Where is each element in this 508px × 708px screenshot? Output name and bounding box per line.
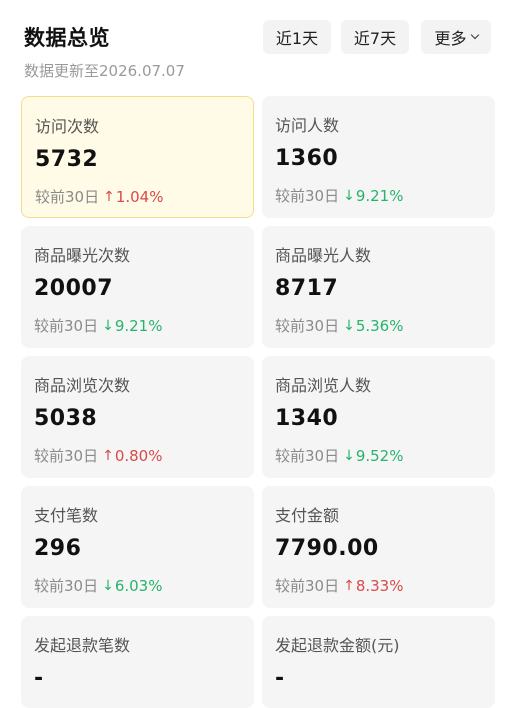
change-value: 9.21% [114,316,163,335]
change-value: 1.04% [115,187,164,206]
change-value: 9.52% [355,446,404,465]
change-value: 5.36% [355,316,404,335]
metric-card[interactable]: 发起退款笔数 - [21,616,254,708]
metric-label: 发起退款笔数 [34,636,131,655]
metric-value: 296 [34,536,82,561]
change-arrow-icon: ↑ [343,577,355,594]
metric-card[interactable]: 访问次数 5732 较前30日 ↑ 1.04% [21,96,254,218]
metric-comparison: 较前30日 ↓ 9.52% [275,445,403,466]
compare-label: 较前30日 [35,188,100,206]
metric-comparison: 较前30日 ↑ 0.80% [34,445,162,466]
filter-1-day-button[interactable]: 近1天 [263,20,331,54]
compare-label: 较前30日 [34,447,99,465]
metric-value: 1360 [275,146,339,171]
metric-label: 商品浏览人数 [275,376,372,395]
metric-comparison: 较前30日 ↓ 9.21% [275,185,403,206]
compare-label: 较前30日 [34,577,99,595]
filter-7-day-button[interactable]: 近7天 [341,20,409,54]
change-arrow-icon: ↓ [102,577,114,594]
metric-value: 20007 [34,276,114,301]
change-arrow-icon: ↑ [102,447,114,464]
change-value: 6.03% [114,576,163,595]
change-arrow-icon: ↑ [103,188,115,205]
change-arrow-icon: ↓ [343,317,355,334]
header: 数据总览 数据更新至2026.07.07 近1天 近7天 更多 [0,0,508,96]
metric-label: 发起退款金额(元) [275,636,400,655]
metric-comparison: 较前30日 ↓ 9.21% [34,315,162,336]
compare-label: 较前30日 [275,447,340,465]
compare-label: 较前30日 [34,317,99,335]
change-percent: ↑ 8.33% [343,577,403,595]
change-value: 8.33% [355,576,404,595]
metric-label: 访问人数 [275,116,340,135]
metric-label: 商品浏览次数 [34,376,131,395]
change-arrow-icon: ↓ [343,187,355,204]
metric-label: 支付笔数 [34,506,99,525]
chevron-down-icon [470,30,479,40]
filter-more-label: 更多 [434,29,467,48]
change-percent: ↓ 9.21% [102,317,162,335]
change-percent: ↓ 9.21% [343,187,403,205]
compare-label: 较前30日 [275,577,340,595]
metric-value: 1340 [275,406,339,431]
metric-value: 8717 [275,276,339,301]
metric-value: 7790.00 [275,536,379,561]
update-time: 数据更新至2026.07.07 [24,62,185,80]
metric-value: - [275,666,285,691]
metric-card[interactable]: 商品浏览次数 5038 较前30日 ↑ 0.80% [21,356,254,478]
metric-card[interactable]: 商品曝光次数 20007 较前30日 ↓ 9.21% [21,226,254,348]
metric-value: - [34,666,44,691]
compare-label: 较前30日 [275,317,340,335]
change-arrow-icon: ↓ [102,317,114,334]
page-title: 数据总览 [24,26,110,50]
change-value: 0.80% [114,446,163,465]
filter-more-button[interactable]: 更多 [421,20,491,54]
metric-card[interactable]: 访问人数 1360 较前30日 ↓ 9.21% [262,96,495,218]
metric-label: 商品曝光次数 [34,246,131,265]
change-arrow-icon: ↓ [343,447,355,464]
metric-label: 商品曝光人数 [275,246,372,265]
change-percent: ↓ 5.36% [343,317,403,335]
change-percent: ↑ 0.80% [102,447,162,465]
filter-1-day-label: 近1天 [275,29,319,48]
metric-card[interactable]: 支付金额 7790.00 较前30日 ↑ 8.33% [262,486,495,608]
metric-comparison: 较前30日 ↓ 6.03% [34,575,162,596]
change-value: 9.21% [355,186,404,205]
metric-comparison: 较前30日 ↑ 8.33% [275,575,403,596]
metric-comparison: 较前30日 ↓ 5.36% [275,315,403,336]
metric-card[interactable]: 发起退款金额(元) - [262,616,495,708]
metric-value: 5732 [35,147,99,172]
metric-card[interactable]: 商品曝光人数 8717 较前30日 ↓ 5.36% [262,226,495,348]
metric-card[interactable]: 支付笔数 296 较前30日 ↓ 6.03% [21,486,254,608]
metric-comparison: 较前30日 ↑ 1.04% [35,186,163,207]
compare-label: 较前30日 [275,187,340,205]
metric-label: 支付金额 [275,506,340,525]
metric-label: 访问次数 [35,117,100,136]
metric-card[interactable]: 商品浏览人数 1340 较前30日 ↓ 9.52% [262,356,495,478]
change-percent: ↓ 6.03% [102,577,162,595]
change-percent: ↓ 9.52% [343,447,403,465]
filter-7-day-label: 近7天 [353,29,397,48]
metric-value: 5038 [34,406,98,431]
change-percent: ↑ 1.04% [103,188,163,206]
